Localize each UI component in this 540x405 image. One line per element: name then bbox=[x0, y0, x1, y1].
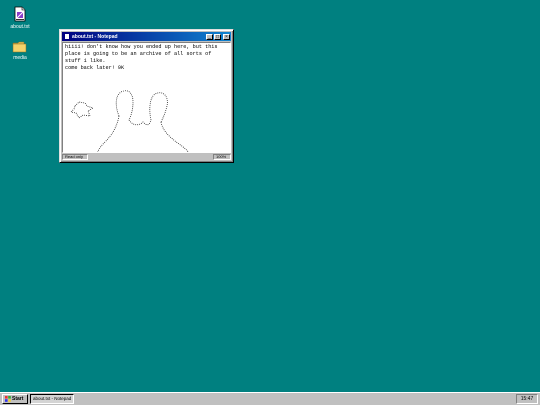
notepad-icon bbox=[64, 33, 70, 40]
text-file-icon bbox=[14, 6, 26, 22]
desktop-icon-label: media bbox=[13, 55, 27, 61]
text-editor[interactable]: hiiii! don't know how you ended up here,… bbox=[62, 42, 231, 153]
start-button[interactable]: Start bbox=[2, 394, 28, 404]
folder-icon bbox=[12, 41, 27, 53]
ascii-bunny-art bbox=[70, 90, 189, 152]
desktop-icon-about[interactable]: about.txt bbox=[0, 6, 40, 30]
status-zoom: 100% bbox=[213, 154, 231, 160]
taskbar: Start about.txt - Notepad 15:47 bbox=[0, 392, 540, 405]
desktop-icon-media[interactable]: media bbox=[0, 40, 40, 61]
status-spacer bbox=[90, 154, 211, 161]
close-button[interactable]: × bbox=[223, 33, 230, 40]
desktop-icon-label: about.txt bbox=[10, 24, 30, 30]
taskbar-clock: 15:47 bbox=[516, 394, 538, 404]
start-label: Start bbox=[12, 396, 24, 402]
status-read-only: Read only bbox=[62, 154, 88, 160]
notepad-window[interactable]: about.txt - Notepad _ □ × hiiii! don't k… bbox=[59, 29, 234, 163]
status-bar: Read only 100% bbox=[62, 154, 231, 161]
text-line-2: place is going to be an archive of all s… bbox=[65, 51, 212, 57]
taskbar-item-notepad[interactable]: about.txt - Notepad bbox=[30, 394, 74, 404]
maximize-button[interactable]: □ bbox=[214, 33, 221, 40]
window-title: about.txt - Notepad bbox=[72, 33, 118, 40]
minimize-button[interactable]: _ bbox=[206, 33, 213, 40]
window-titlebar[interactable]: about.txt - Notepad _ □ × bbox=[62, 32, 231, 41]
text-line-4: come back later! 9K bbox=[65, 65, 125, 71]
text-line-3: stuff i like. bbox=[65, 58, 106, 64]
text-line-1: hiiii! don't know how you ended up here,… bbox=[65, 44, 218, 50]
windows-logo-icon bbox=[5, 396, 11, 402]
